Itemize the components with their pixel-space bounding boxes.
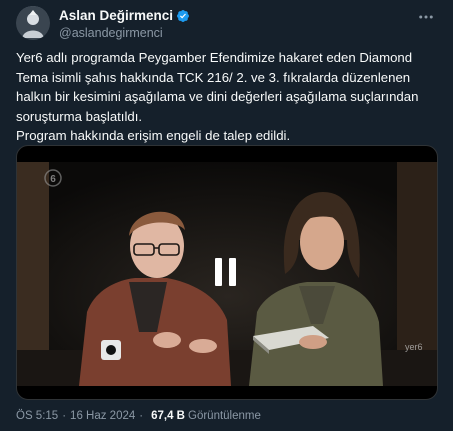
tweet-header: Aslan Değirmenci @aslandegirmenci <box>16 6 453 42</box>
author-display-name[interactable]: Aslan Değirmenci <box>59 8 173 23</box>
author-name-row[interactable]: Aslan Değirmenci <box>59 8 190 23</box>
tweet-time[interactable]: ÖS 5:15 <box>16 410 58 422</box>
tweet-paragraph-2: Program hakkında erişim engeli de talep … <box>16 128 291 143</box>
video-player[interactable]: 6 yer6 <box>16 145 438 400</box>
tweet-text: Yer6 adlı programda Peygamber Efendimize… <box>16 48 441 146</box>
watermark-right: yer6 <box>405 342 423 352</box>
views-count: 67,4 B <box>151 410 185 422</box>
tweet-date[interactable]: 16 Haz 2024 <box>70 410 135 422</box>
author-handle[interactable]: @aslandegirmenci <box>59 26 163 40</box>
pause-icon[interactable] <box>213 258 239 286</box>
more-options-icon[interactable] <box>417 8 435 31</box>
watermark-left: 6 <box>50 174 56 185</box>
verified-badge-icon <box>176 9 190 23</box>
tweet-paragraph-1: Yer6 adlı programda Peygamber Efendimize… <box>16 50 419 124</box>
views-label: Görüntülenme <box>188 410 261 422</box>
video-frame[interactable]: 6 yer6 <box>17 162 437 386</box>
avatar[interactable] <box>16 6 50 40</box>
meta-separator-2: · <box>139 410 144 422</box>
meta-separator: · <box>62 410 67 422</box>
tweet-meta: ÖS 5:15 · 16 Haz 2024 · 67,4 B Görüntüle… <box>16 410 261 422</box>
